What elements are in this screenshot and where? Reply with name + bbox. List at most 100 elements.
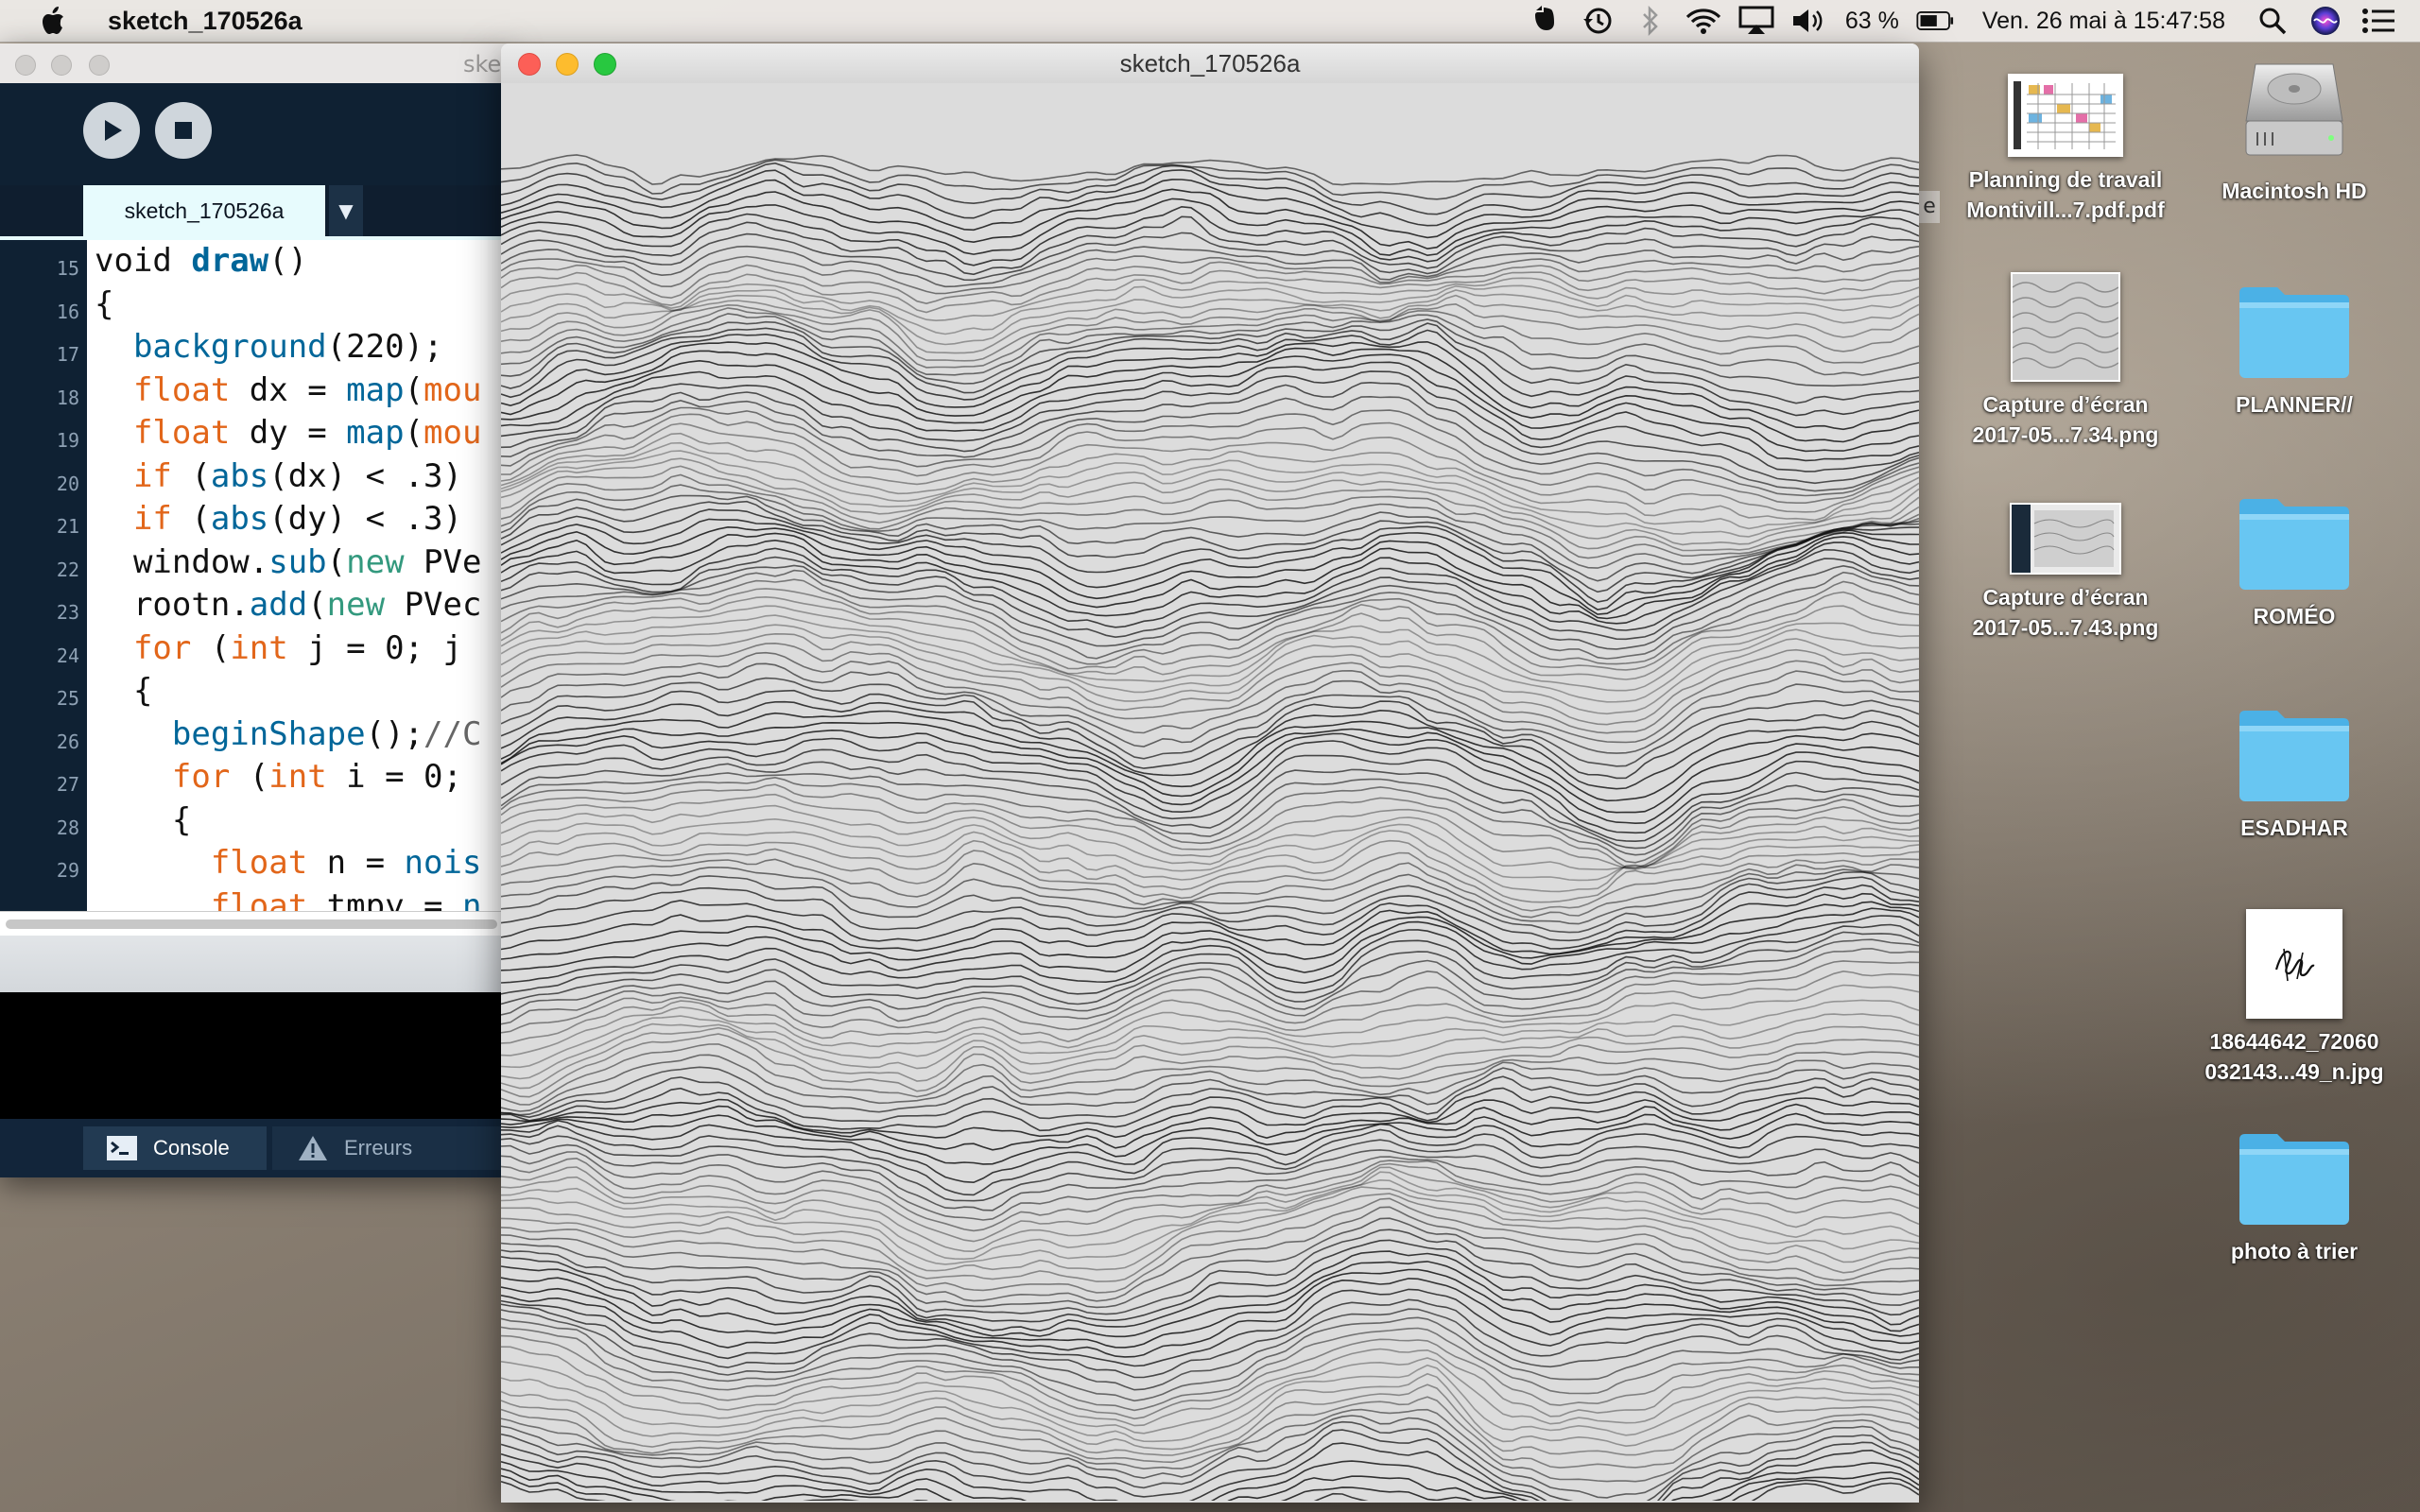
- folder-icon: [2239, 499, 2349, 590]
- play-icon: [105, 120, 122, 141]
- code-token: new: [326, 586, 386, 624]
- code-token: void: [95, 242, 192, 280]
- code-token: tmpy =: [307, 886, 462, 912]
- hidden-window-edge[interactable]: e: [1919, 191, 1940, 223]
- code-line: for (int j = 0; j: [95, 629, 462, 667]
- apple-icon[interactable]: [38, 5, 66, 37]
- esadhar-folder[interactable]: ESADHAR: [2186, 707, 2403, 843]
- terrain-line: [501, 1171, 1919, 1261]
- terrain-line: [501, 729, 1919, 825]
- time-machine-icon[interactable]: [1579, 4, 1616, 38]
- terrain-line: [501, 793, 1919, 870]
- terrain-line: [501, 370, 1919, 472]
- terrain-line: [501, 294, 1919, 354]
- ide-minimize-button[interactable]: [51, 55, 72, 76]
- code-token: int: [268, 758, 327, 796]
- pdf-label-2: Montivill...7.pdf.pdf: [1966, 198, 2165, 222]
- planning-pdf-file[interactable]: Planning de travail Montivill...7.pdf.pd…: [1957, 74, 2174, 225]
- bluetooth-icon[interactable]: [1632, 4, 1669, 38]
- code-token: window.: [95, 542, 269, 581]
- romeo-label: ROMÉO: [2253, 604, 2336, 628]
- code-token: PVec: [385, 586, 482, 624]
- romeo-folder[interactable]: ROMÉO: [2186, 495, 2403, 631]
- capture-1-file[interactable]: Capture d’écran 2017-05...7.34.png: [1957, 272, 2174, 450]
- terrain-line: [501, 721, 1919, 814]
- code-line: void draw(): [95, 242, 307, 280]
- planner-folder[interactable]: PLANNER//: [2186, 284, 2403, 420]
- code-token: dy =: [230, 414, 347, 452]
- code-editor[interactable]: void draw() { background(220); float dx =…: [87, 240, 510, 911]
- sketch-canvas[interactable]: [501, 83, 1919, 1501]
- airplay-icon[interactable]: [1737, 4, 1775, 38]
- code-token: (: [307, 586, 327, 624]
- ide-titlebar[interactable]: ske: [0, 43, 510, 84]
- ide-zoom-button[interactable]: [89, 55, 110, 76]
- scrollbar-thumb[interactable]: [6, 919, 497, 929]
- jpg-image-file[interactable]: 18644642_72060 032143...49_n.jpg: [2186, 909, 2403, 1087]
- macintosh-hd-drive[interactable]: Macintosh HD: [2186, 59, 2403, 206]
- notification-center-icon[interactable]: [2360, 4, 2397, 38]
- terrain-line: [501, 689, 1919, 780]
- planner-label: PLANNER//: [2236, 392, 2353, 417]
- terminal-icon: [107, 1136, 137, 1160]
- horizontal-scrollbar[interactable]: [0, 911, 510, 936]
- terrain-line: [501, 1120, 1919, 1184]
- app-name-menu[interactable]: sketch_170526a: [108, 7, 302, 36]
- line-number: 21: [56, 515, 79, 538]
- code-token: (: [404, 414, 424, 452]
- terrain-line: [501, 179, 1919, 239]
- line-number: 24: [56, 644, 79, 667]
- capture-1-label-2: 2017-05...7.34.png: [1972, 422, 2159, 447]
- code-line: rootn.add(new PVec: [95, 586, 482, 624]
- battery-percentage[interactable]: 63 %: [1845, 8, 1899, 35]
- terrain-line: [501, 1308, 1919, 1391]
- console-tab-label: Console: [153, 1136, 230, 1160]
- code-token: (220);: [326, 328, 443, 366]
- line-number: 19: [56, 429, 79, 452]
- code-line: if (abs(dy) < .3): [95, 500, 462, 538]
- sketch-titlebar[interactable]: sketch_170526a: [501, 43, 1919, 84]
- volume-icon[interactable]: [1790, 4, 1828, 38]
- sketch-title: sketch_170526a: [1119, 49, 1301, 77]
- code-token: float: [132, 414, 231, 452]
- console-tab[interactable]: Console: [83, 1126, 267, 1170]
- capture-2-file[interactable]: Capture d’écran 2017-05...7.43.png: [1957, 503, 2174, 643]
- terrain-line: [501, 783, 1919, 869]
- line-number: 16: [56, 300, 79, 323]
- terrain-line: [501, 1383, 1919, 1456]
- ide-close-button[interactable]: [15, 55, 36, 76]
- stop-button[interactable]: [155, 102, 212, 159]
- code-token: (: [404, 370, 424, 409]
- tab-sketch[interactable]: sketch_170526a: [83, 185, 325, 236]
- battery-icon[interactable]: [1916, 4, 1954, 38]
- clock[interactable]: Ven. 26 mai à 15:47:58: [1982, 8, 2225, 35]
- code-token: abs: [210, 456, 269, 495]
- evernote-icon[interactable]: [1526, 4, 1564, 38]
- tab-menu-arrow[interactable]: ▼: [329, 185, 363, 236]
- photo-folder[interactable]: photo à trier: [2186, 1130, 2403, 1266]
- capture-1-label-1: Capture d’écran: [1982, 392, 2149, 417]
- line-number: 28: [56, 816, 79, 839]
- run-button[interactable]: [83, 102, 140, 159]
- hd-label: Macintosh HD: [2221, 179, 2367, 203]
- console-tabs: Console Erreurs: [0, 1119, 510, 1177]
- spotlight-icon[interactable]: [2254, 4, 2291, 38]
- code-token: (: [191, 628, 231, 667]
- code-line: for (int i = 0;: [95, 758, 462, 796]
- code-line: {: [95, 672, 152, 710]
- siri-icon[interactable]: [2307, 4, 2344, 38]
- code-token: n: [461, 886, 482, 912]
- code-token: if: [132, 456, 172, 495]
- line-number: 22: [56, 558, 79, 581]
- console-output[interactable]: [0, 992, 510, 1119]
- errors-tab[interactable]: Erreurs: [272, 1126, 510, 1170]
- wifi-icon[interactable]: [1685, 4, 1722, 38]
- folder-icon: [2239, 287, 2349, 378]
- code-token: abs: [210, 500, 269, 538]
- code-token: //C: [424, 714, 482, 753]
